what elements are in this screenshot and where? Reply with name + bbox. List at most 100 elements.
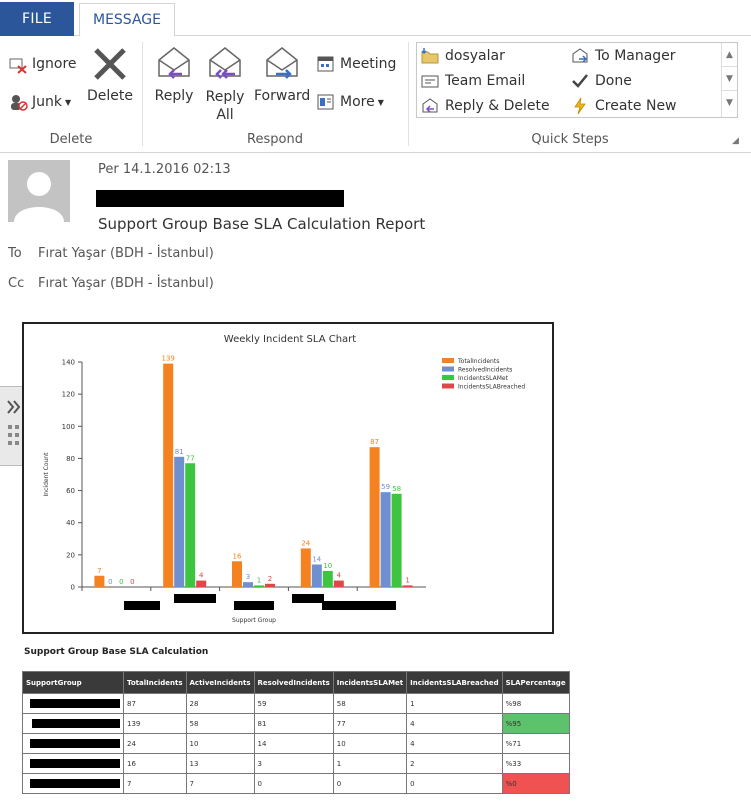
- table-cell: %71: [501, 733, 570, 754]
- cc-recipient[interactable]: Fırat Yaşar (BDH - İstanbul): [38, 276, 214, 291]
- bar-IncidentsSLABreached: [196, 580, 207, 587]
- y-tick-label: 100: [62, 423, 75, 431]
- table-title: Support Group Base SLA Calculation: [24, 647, 209, 657]
- data-label: 24: [301, 539, 310, 547]
- reply-all-label-line1: Reply: [205, 89, 245, 105]
- data-label: 2: [268, 575, 272, 583]
- group-label-quick-steps: Quick Steps: [531, 132, 609, 147]
- reply-all-label-line2: All: [216, 107, 234, 123]
- table-cell: 59: [253, 693, 334, 714]
- table-cell: 24: [123, 733, 187, 754]
- bar-TotalIncidents: [94, 575, 105, 587]
- data-label: 14: [312, 556, 321, 564]
- redacted-category-label: [292, 594, 324, 603]
- bar-IncidentsSLAMet: [391, 493, 402, 587]
- y-axis-label: Incident Count: [43, 452, 50, 497]
- redacted-group-name: [30, 779, 120, 788]
- junk-label: Junk: [32, 94, 62, 110]
- y-tick-label: 80: [66, 455, 75, 463]
- table-cell: 28: [185, 693, 255, 714]
- data-label: 4: [199, 572, 204, 580]
- group-label-delete: Delete: [49, 132, 93, 147]
- scroll-down-icon[interactable]: ▼: [722, 67, 737, 91]
- more-button[interactable]: More ▼: [316, 90, 384, 114]
- dialog-launcher-icon[interactable]: ◢: [732, 136, 739, 146]
- column-header: ResolvedIncidents: [253, 671, 334, 694]
- expand-gallery-icon[interactable]: ▼: [722, 91, 737, 115]
- table-cell: 4: [406, 713, 503, 734]
- sla-table: SupportGroup TotalIncidents ActiveIncide…: [22, 671, 570, 794]
- y-tick-label: 140: [62, 359, 75, 367]
- data-label: 10: [323, 562, 332, 570]
- ignore-button[interactable]: Ignore: [8, 52, 77, 76]
- table-row: 139 58 81 77 4 %95: [22, 713, 570, 734]
- data-label: 0: [108, 578, 112, 586]
- forward-button[interactable]: Forward: [254, 44, 310, 104]
- data-label: 139: [162, 355, 175, 363]
- scroll-up-icon[interactable]: ▲: [722, 43, 737, 67]
- table-cell: 58: [332, 693, 408, 714]
- data-label: 7: [97, 567, 101, 575]
- ribbon: Ignore Junk ▼ Delete Delete Reply Reply …: [0, 36, 751, 153]
- column-header: IncidentsSLABreached: [406, 671, 503, 694]
- quick-steps-scrollbar[interactable]: ▲ ▼ ▼: [721, 43, 737, 117]
- sla-chart: Weekly Incident SLA Chart 0 20 40 60 80 100 12…: [22, 322, 554, 634]
- bar-ResolvedIncidents: [311, 564, 322, 587]
- quick-step-reply-delete[interactable]: Reply & Delete: [421, 97, 550, 115]
- table-header-row: SupportGroup TotalIncidents ActiveIncide…: [22, 671, 570, 694]
- redacted-group-name: [30, 739, 120, 748]
- redacted-category-label: [322, 601, 396, 610]
- table-cell: %33: [501, 753, 570, 774]
- table-cell: 1: [406, 693, 503, 714]
- bar-TotalIncidents: [163, 363, 174, 587]
- bar-TotalIncidents: [369, 447, 380, 587]
- quick-step-to-manager[interactable]: To Manager: [571, 47, 676, 65]
- table-cell: 10: [332, 733, 408, 754]
- reply-button[interactable]: Reply: [152, 44, 196, 104]
- bar-IncidentsSLABreached: [333, 580, 344, 587]
- reply-all-icon: [205, 44, 245, 84]
- table-cell: 58: [185, 713, 255, 734]
- bar-IncidentsSLABreached: [402, 585, 413, 587]
- quick-step-label: Create New: [595, 98, 677, 114]
- checkmark-icon: [571, 72, 589, 90]
- meeting-button[interactable]: Meeting: [316, 52, 396, 76]
- table-cell: 4: [406, 733, 503, 754]
- quick-step-done[interactable]: Done: [571, 72, 632, 90]
- table-cell: %98: [501, 693, 570, 714]
- ribbon-tabbar: FILE MESSAGE: [0, 0, 751, 37]
- quick-step-team-email[interactable]: Team Email: [421, 72, 525, 90]
- support-group-cell: [22, 773, 124, 794]
- bar-TotalIncidents: [232, 561, 242, 587]
- quick-step-label: dosyalar: [445, 48, 505, 64]
- table-cell: 87: [123, 693, 187, 714]
- table-cell: 0: [406, 773, 503, 794]
- chevron-down-icon: ▼: [377, 97, 384, 107]
- to-label: To: [8, 246, 22, 261]
- table-cell: 10: [185, 733, 255, 754]
- data-label: 87: [370, 438, 379, 446]
- junk-button[interactable]: Junk ▼: [8, 90, 71, 114]
- meeting-icon: [316, 54, 336, 74]
- legend-label: IncidentsSLAMet: [458, 375, 509, 382]
- data-label: 59: [381, 483, 390, 491]
- reply-all-button[interactable]: Reply All: [202, 44, 248, 124]
- forward-label: Forward: [254, 88, 311, 104]
- bar-IncidentsSLAMet: [322, 570, 333, 587]
- y-tick-label: 60: [66, 487, 75, 495]
- y-tick-label: 0: [71, 584, 75, 592]
- to-recipient[interactable]: Fırat Yaşar (BDH - İstanbul): [38, 246, 214, 261]
- redacted-sender: [96, 190, 344, 207]
- more-icon: [316, 92, 336, 112]
- table-row: 16 13 3 1 2 %33: [22, 753, 570, 774]
- column-header: SupportGroup: [22, 671, 124, 694]
- quick-step-dosyalar[interactable]: dosyalar: [421, 47, 505, 65]
- delete-button[interactable]: Delete: [86, 44, 134, 104]
- quick-step-create-new[interactable]: Create New: [571, 97, 677, 115]
- tab-message[interactable]: MESSAGE: [79, 3, 175, 37]
- tab-file[interactable]: FILE: [0, 2, 74, 36]
- data-label: 77: [186, 454, 195, 462]
- table-cell: 7: [123, 773, 187, 794]
- table-cell: 13: [185, 753, 255, 774]
- bar-IncidentsSLAMet: [254, 585, 264, 587]
